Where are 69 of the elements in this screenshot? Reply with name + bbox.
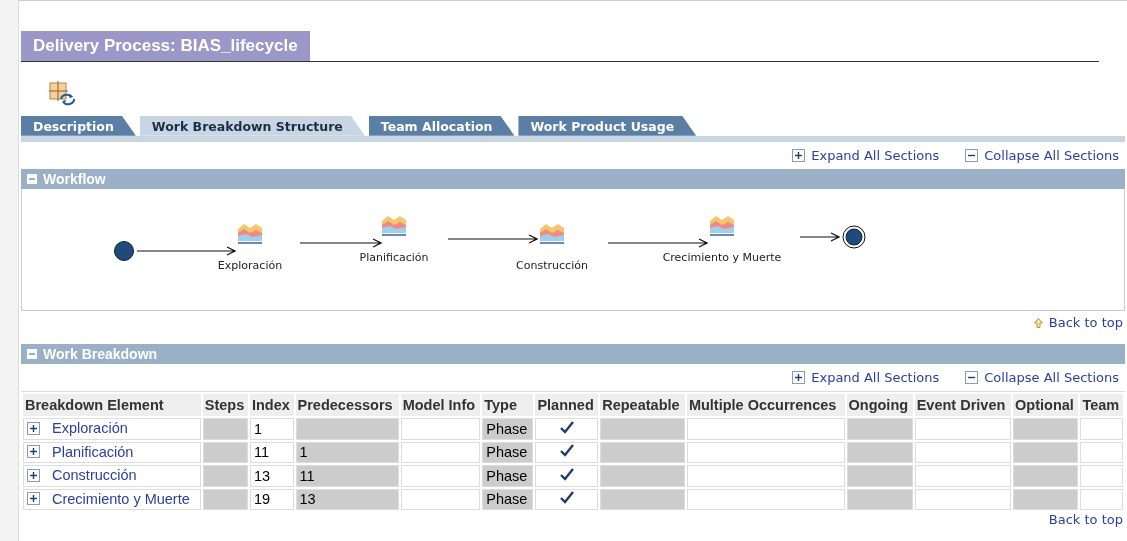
element-link[interactable]: Construcción xyxy=(52,467,137,483)
column-header: Planned xyxy=(535,394,599,416)
start-node xyxy=(114,240,134,261)
table-cell xyxy=(1080,465,1123,487)
phase-label: Planificación xyxy=(359,250,429,264)
table-cell: 1 xyxy=(295,441,399,463)
page-title: Delivery Process: BIAS_lifecycle xyxy=(21,31,310,61)
column-header: Index xyxy=(249,394,294,416)
back-to-top-link[interactable]: Back to top xyxy=(1033,315,1123,330)
column-header: Team xyxy=(1080,394,1123,416)
expand-icon[interactable] xyxy=(792,371,806,384)
tab[interactable]: Work Product Usage xyxy=(518,115,697,136)
expand-icon[interactable] xyxy=(27,492,40,505)
column-header: Ongoing xyxy=(846,394,913,416)
collapse-icon[interactable] xyxy=(965,371,979,384)
table-cell: Phase xyxy=(482,441,534,463)
column-header: Event Driven xyxy=(914,394,1012,416)
tab[interactable]: Work Breakdown Structure xyxy=(139,115,365,136)
back-to-top-link[interactable]: Back to top xyxy=(1048,512,1123,527)
element-link[interactable]: Exploración xyxy=(52,420,128,436)
column-header: Steps xyxy=(202,394,248,416)
table-cell xyxy=(202,488,248,510)
table-cell xyxy=(846,488,913,510)
element-link[interactable]: Planificación xyxy=(52,443,134,460)
tab[interactable]: Description xyxy=(21,115,136,136)
table-cell xyxy=(1013,465,1079,487)
collapse-all-link[interactable]: Collapse All Sections xyxy=(965,147,1119,163)
section-title: Workflow xyxy=(43,170,106,187)
table-cell xyxy=(202,465,248,487)
table-cell xyxy=(1013,441,1079,463)
column-header: Multiple Occurrences xyxy=(686,394,845,416)
arrow xyxy=(800,231,840,242)
expand-icon[interactable] xyxy=(792,148,806,162)
collapse-all-link[interactable]: Collapse All Sections xyxy=(965,370,1119,385)
table-cell xyxy=(846,465,913,487)
table-cell: 13 xyxy=(249,465,294,487)
table-cell: Phase xyxy=(482,488,534,510)
table-cell xyxy=(1080,488,1123,510)
table-cell: 11 xyxy=(249,441,294,463)
table-cell xyxy=(1080,441,1123,463)
column-header: Optional xyxy=(1013,394,1079,416)
expand-icon[interactable] xyxy=(27,445,40,458)
table-cell: Phase xyxy=(482,418,534,440)
column-header: Breakdown Element xyxy=(23,394,201,416)
table-cell xyxy=(1013,488,1079,510)
element-link[interactable]: Crecimiento y Muerte xyxy=(52,490,190,507)
expand-all-link[interactable]: Expand All Sections xyxy=(792,147,940,163)
column-header: Predecessors xyxy=(295,394,399,416)
expand-all-link[interactable]: Expand All Sections xyxy=(792,370,940,385)
phase-label: Construcción xyxy=(516,258,588,272)
up-arrow-icon xyxy=(1033,317,1043,328)
section-title: Work Breakdown xyxy=(43,346,158,362)
expand-icon[interactable] xyxy=(27,421,40,435)
end-node xyxy=(842,224,866,249)
table-cell: Phase xyxy=(482,465,534,487)
column-header: Repeatable xyxy=(600,394,685,416)
tab[interactable]: Team Allocation xyxy=(368,115,515,136)
phase-label: Exploración xyxy=(217,258,283,272)
table-cell: 11 xyxy=(295,465,399,487)
table-cell xyxy=(202,441,248,463)
table-cell: 13 xyxy=(295,488,399,510)
table-cell: 19 xyxy=(249,488,294,510)
table-cell xyxy=(846,441,913,463)
phase-label: Crecimiento y Muerte xyxy=(662,250,782,264)
collapse-icon[interactable] xyxy=(965,148,979,162)
column-header: Type xyxy=(482,394,534,416)
column-header: Model Info xyxy=(400,394,481,416)
table-cell: 1 xyxy=(249,418,294,440)
expand-icon[interactable] xyxy=(27,468,40,482)
